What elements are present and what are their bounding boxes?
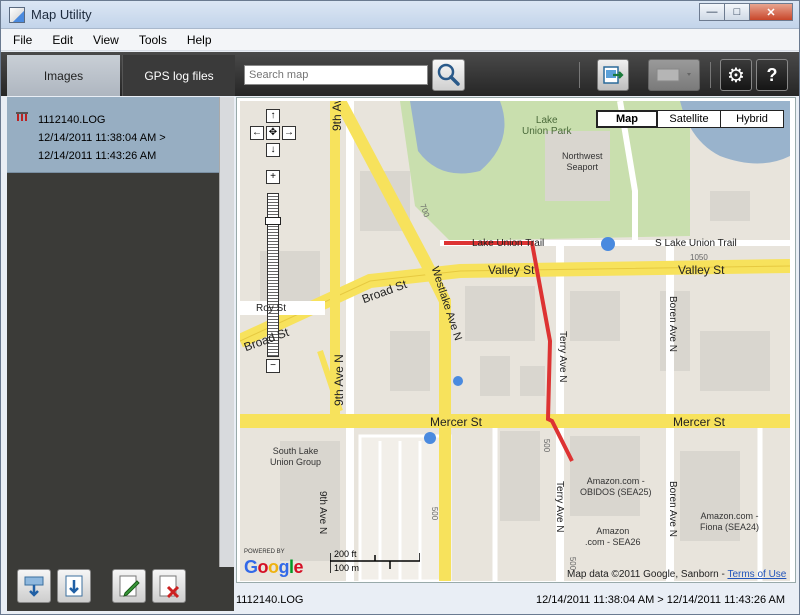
maptype-hybrid[interactable]: Hybrid xyxy=(720,110,784,128)
file-list-panel: 1112140.LOG 12/14/2011 11:38:04 AM > 12/… xyxy=(7,97,234,567)
zoom-out-button[interactable]: − xyxy=(266,359,280,373)
map-view[interactable]: Map Satellite Hybrid ↑ ← ✥ → ↓ + − 9th A… xyxy=(240,101,790,581)
file-end-time: 12/14/2011 11:43:26 AM xyxy=(38,150,157,162)
edit-icon xyxy=(119,575,140,597)
pan-up-button[interactable]: ↑ xyxy=(266,109,280,123)
tab-images[interactable]: Images xyxy=(7,55,120,96)
street-label: Boren Ave N xyxy=(667,296,678,352)
maptype-satellite[interactable]: Satellite xyxy=(657,110,721,128)
trail-label: Lake Union Trail xyxy=(472,238,545,249)
street-label: Valley St xyxy=(678,263,725,277)
file-start-time: 12/14/2011 11:38:04 AM > xyxy=(38,132,166,144)
edit-button[interactable] xyxy=(112,569,146,603)
street-label: Valley St xyxy=(488,263,535,277)
window-controls: — □ ✕ xyxy=(699,3,793,21)
maximize-button[interactable]: □ xyxy=(724,3,750,21)
title-bar: Map Utility — □ ✕ xyxy=(1,1,799,29)
download-button[interactable] xyxy=(57,569,91,603)
trail-label: S Lake Union Trail xyxy=(655,238,737,249)
street-label: Roy St xyxy=(256,303,287,314)
file-list-item[interactable]: 1112140.LOG 12/14/2011 11:38:04 AM > 12/… xyxy=(7,97,219,173)
street-label: Boren Ave N xyxy=(667,481,678,537)
poi-amazon-fiona: Amazon.com - Fiona (SEA24) xyxy=(700,511,760,532)
status-time-range: 12/14/2011 11:38:04 AM > 12/14/2011 11:4… xyxy=(536,594,786,606)
maptype-map[interactable]: Map xyxy=(596,110,658,128)
download-icon xyxy=(65,575,83,597)
close-button[interactable]: ✕ xyxy=(749,3,793,21)
log-file-icon xyxy=(16,112,28,121)
device-dropdown-button[interactable] xyxy=(648,59,700,91)
address-number: 1050 xyxy=(690,253,708,262)
map-attribution: Map data ©2011 Google, Sanborn - Terms o… xyxy=(567,569,786,580)
file-actions-bar xyxy=(7,567,234,611)
export-icon xyxy=(603,66,624,84)
device-icon xyxy=(656,68,691,82)
magnifier-icon xyxy=(437,63,460,86)
toolbar-separator xyxy=(579,62,580,88)
google-logo: Google xyxy=(244,557,304,577)
status-bar: 1112140.LOG 12/14/2011 11:38:04 AM > 12/… xyxy=(236,587,796,611)
file-list-scrollbar[interactable] xyxy=(219,97,234,567)
attribution-text: Map data ©2011 Google, Sanborn - xyxy=(567,569,728,580)
zoom-slider-thumb[interactable] xyxy=(265,217,281,225)
poi-amazon-obidos: Amazon.com - OBIDOS (SEA25) xyxy=(580,476,652,497)
menu-help[interactable]: Help xyxy=(187,33,212,47)
street-label: 9th Ave N xyxy=(330,101,344,131)
menu-tools[interactable]: Tools xyxy=(139,33,167,47)
delete-button[interactable] xyxy=(152,569,186,603)
minimize-button[interactable]: — xyxy=(699,3,725,21)
import-icon xyxy=(24,576,44,597)
export-button[interactable] xyxy=(597,59,629,91)
address-number: 500 xyxy=(430,506,440,521)
gear-icon: ⚙ xyxy=(727,64,745,87)
powered-by-text: POWERED BY xyxy=(244,549,285,555)
zoom-in-button[interactable]: + xyxy=(266,170,280,184)
status-file-name: 1112140.LOG xyxy=(236,594,304,606)
tab-gps-log-files[interactable]: GPS log files xyxy=(122,55,235,96)
menu-view[interactable]: View xyxy=(93,33,119,47)
poi-south-lake-union-group: South Lake Union Group xyxy=(270,446,322,467)
street-label: 9th Ave N xyxy=(317,491,328,535)
pan-left-button[interactable]: ← xyxy=(250,126,264,140)
menu-bar: File Edit View Tools Help xyxy=(1,29,799,51)
scale-meters: 100 m xyxy=(334,563,360,573)
pan-right-button[interactable]: → xyxy=(282,126,296,140)
app-window: Map Utility — □ ✕ File Edit View Tools H… xyxy=(0,0,800,615)
map-scale: 200 ft 100 m xyxy=(330,549,420,575)
terms-link[interactable]: Terms of Use xyxy=(727,569,786,580)
street-label: Mercer St xyxy=(673,415,726,429)
search-input[interactable] xyxy=(244,65,428,85)
map-frame: Map Satellite Hybrid ↑ ← ✥ → ↓ + − 9th A… xyxy=(236,97,796,583)
poi-amazon-sea26: Amazon .com - SEA26 xyxy=(585,526,641,547)
street-label: Terry Ave N xyxy=(557,331,568,383)
scale-feet: 200 ft xyxy=(334,549,357,559)
question-icon: ? xyxy=(766,64,778,85)
search-button[interactable] xyxy=(432,59,465,91)
app-icon xyxy=(9,7,25,23)
poi-lake-union-park: Lake Union Park xyxy=(522,115,572,137)
delete-icon xyxy=(159,575,180,599)
street-label: 9th Ave N xyxy=(332,354,346,406)
toolbar: Images GPS log files ⚙ xyxy=(1,52,799,96)
pan-center-button[interactable]: ✥ xyxy=(266,126,280,140)
menu-edit[interactable]: Edit xyxy=(52,33,73,47)
menu-file[interactable]: File xyxy=(13,33,32,47)
street-label: Mercer St xyxy=(430,415,483,429)
window-title: Map Utility xyxy=(31,7,92,22)
address-number: 500 xyxy=(542,438,552,453)
street-label: Terry Ave N xyxy=(554,481,565,533)
poi-northwest-seaport: Northwest Seaport xyxy=(562,151,603,172)
file-name: 1112140.LOG xyxy=(38,114,106,126)
import-button[interactable] xyxy=(17,569,51,603)
toolbar-separator xyxy=(710,62,711,88)
settings-button[interactable]: ⚙ xyxy=(720,59,752,91)
help-button[interactable]: ? xyxy=(756,59,788,91)
pan-down-button[interactable]: ↓ xyxy=(266,143,280,157)
